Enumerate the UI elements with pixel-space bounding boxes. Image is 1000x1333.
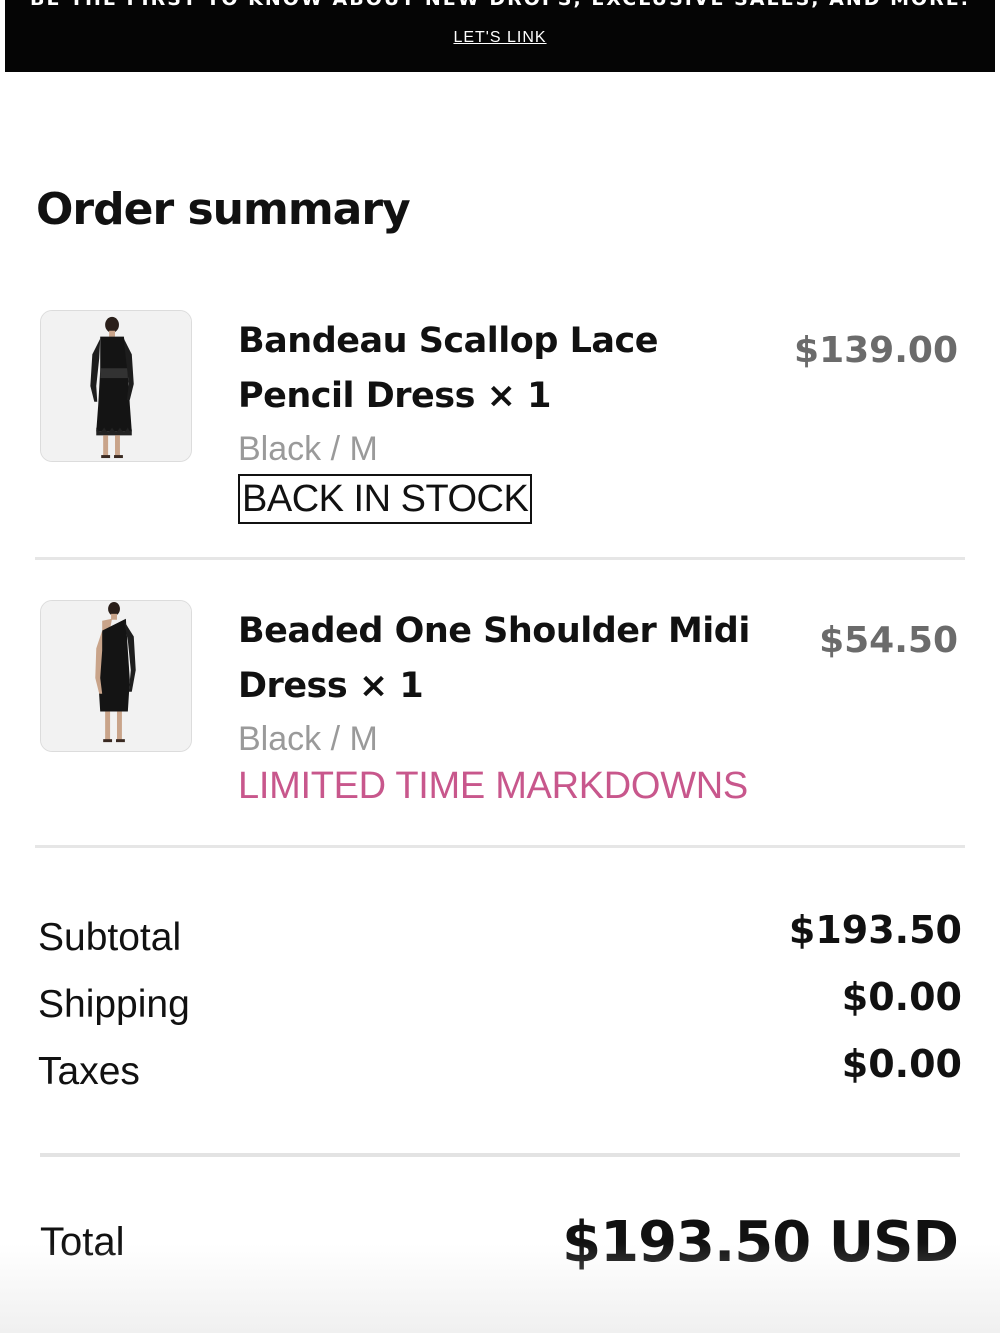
product-name[interactable]: Beaded One Shoulder Midi Dress × 1 [238,604,778,714]
back-in-stock-badge: BACK IN STOCK [238,474,533,524]
product-variant: Black / M [238,430,378,468]
item-divider [35,845,965,848]
product-thumbnail [40,600,192,752]
checkout-page: BE THE FIRST TO KNOW ABOUT NEW DROPS, EX… [0,0,1000,1333]
total-value: $193.50 USD [562,1210,959,1275]
shipping-label: Shipping [38,983,190,1026]
shipping-row: Shipping $0.00 [38,972,962,1039]
taxes-label: Taxes [38,1050,140,1093]
total-label: Total [40,1220,125,1264]
product-variant: Black / M [238,720,378,758]
product-name[interactable]: Bandeau Scallop Lace Pencil Dress × 1 [238,314,778,424]
total-divider [40,1153,960,1157]
line-item-price: $139.00 [794,330,958,371]
order-summary-title: Order summary [36,184,411,235]
shipping-value: $0.00 [841,975,962,1019]
line-item-price: $54.50 [819,620,958,661]
lets-link-link[interactable]: LET'S LINK [453,29,546,46]
subtotal-value: $193.50 [788,908,962,952]
subtotal-row: Subtotal $193.50 [38,905,962,972]
promo-banner-text: BE THE FIRST TO KNOW ABOUT NEW DROPS, EX… [5,0,995,10]
lace-dress-image [41,311,191,461]
cost-breakdown: Subtotal $193.50 Shipping $0.00 Taxes $0… [38,905,962,1106]
order-line-item: Bandeau Scallop Lace Pencil Dress × 1 Bl… [36,310,964,560]
promo-banner: BE THE FIRST TO KNOW ABOUT NEW DROPS, EX… [5,0,995,72]
taxes-value: $0.00 [841,1042,962,1086]
grand-total-row: Total $193.50 USD [40,1205,959,1285]
product-thumbnail [40,310,192,462]
subtotal-label: Subtotal [38,916,182,959]
line-item-details: Beaded One Shoulder Midi Dress × 1 Black… [238,604,778,810]
order-line-item: Beaded One Shoulder Midi Dress × 1 Black… [36,600,964,848]
item-divider [35,557,965,560]
limited-time-markdowns-badge: LIMITED TIME MARKDOWNS [238,765,748,807]
promo-banner-link-wrap: LET'S LINK [5,28,995,48]
taxes-row: Taxes $0.00 [38,1039,962,1106]
one-shoulder-dress-image [41,601,191,751]
line-item-details: Bandeau Scallop Lace Pencil Dress × 1 Bl… [238,314,778,524]
